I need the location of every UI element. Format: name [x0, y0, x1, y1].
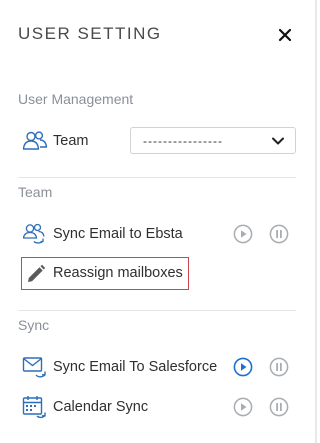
reassign-mailboxes-button[interactable]: Reassign mailboxes [21, 257, 189, 290]
users-sync-icon [22, 222, 48, 246]
user-setting-panel: USER SETTING User Management Team ------… [0, 0, 317, 443]
close-icon[interactable] [276, 26, 294, 44]
divider [18, 310, 296, 311]
list-item-sync-email-to-salesforce: Sync Email To Salesforce [22, 353, 217, 381]
team-label: Team [53, 133, 89, 149]
divider [18, 177, 296, 178]
pause-button-calendar-sync[interactable] [269, 397, 289, 417]
team-select-value: ---------------- [143, 133, 223, 148]
list-item-calendar-sync: Calendar Sync [22, 393, 148, 421]
reassign-mailboxes-label: Reassign mailboxes [53, 265, 183, 281]
section-label-user-management: User Management [18, 91, 134, 107]
email-sync-icon [22, 355, 48, 379]
pause-button-sync-email-to-ebsta[interactable] [269, 224, 289, 244]
calendar-sync-icon [22, 395, 48, 419]
play-button-sync-email-to-salesforce[interactable] [233, 357, 253, 377]
list-item-label: Sync Email To Salesforce [53, 359, 218, 375]
team-select[interactable]: ---------------- [130, 127, 296, 154]
chevron-down-icon [272, 137, 284, 144]
pause-button-sync-email-to-salesforce[interactable] [269, 357, 289, 377]
users-icon [22, 129, 48, 153]
section-label-sync: Sync [18, 317, 50, 333]
section-label-team: Team [18, 184, 53, 200]
list-item-label: Sync Email to Ebsta [53, 226, 183, 242]
play-button-calendar-sync[interactable] [233, 397, 253, 417]
list-item-sync-email-to-ebsta: Sync Email to Ebsta [22, 220, 183, 248]
pencil-icon [28, 264, 46, 282]
play-button-sync-email-to-ebsta[interactable] [233, 224, 253, 244]
team-row: Team [22, 127, 88, 155]
panel-edge [315, 0, 317, 443]
page-title: USER SETTING [18, 24, 162, 43]
list-item-label: Calendar Sync [53, 399, 149, 415]
